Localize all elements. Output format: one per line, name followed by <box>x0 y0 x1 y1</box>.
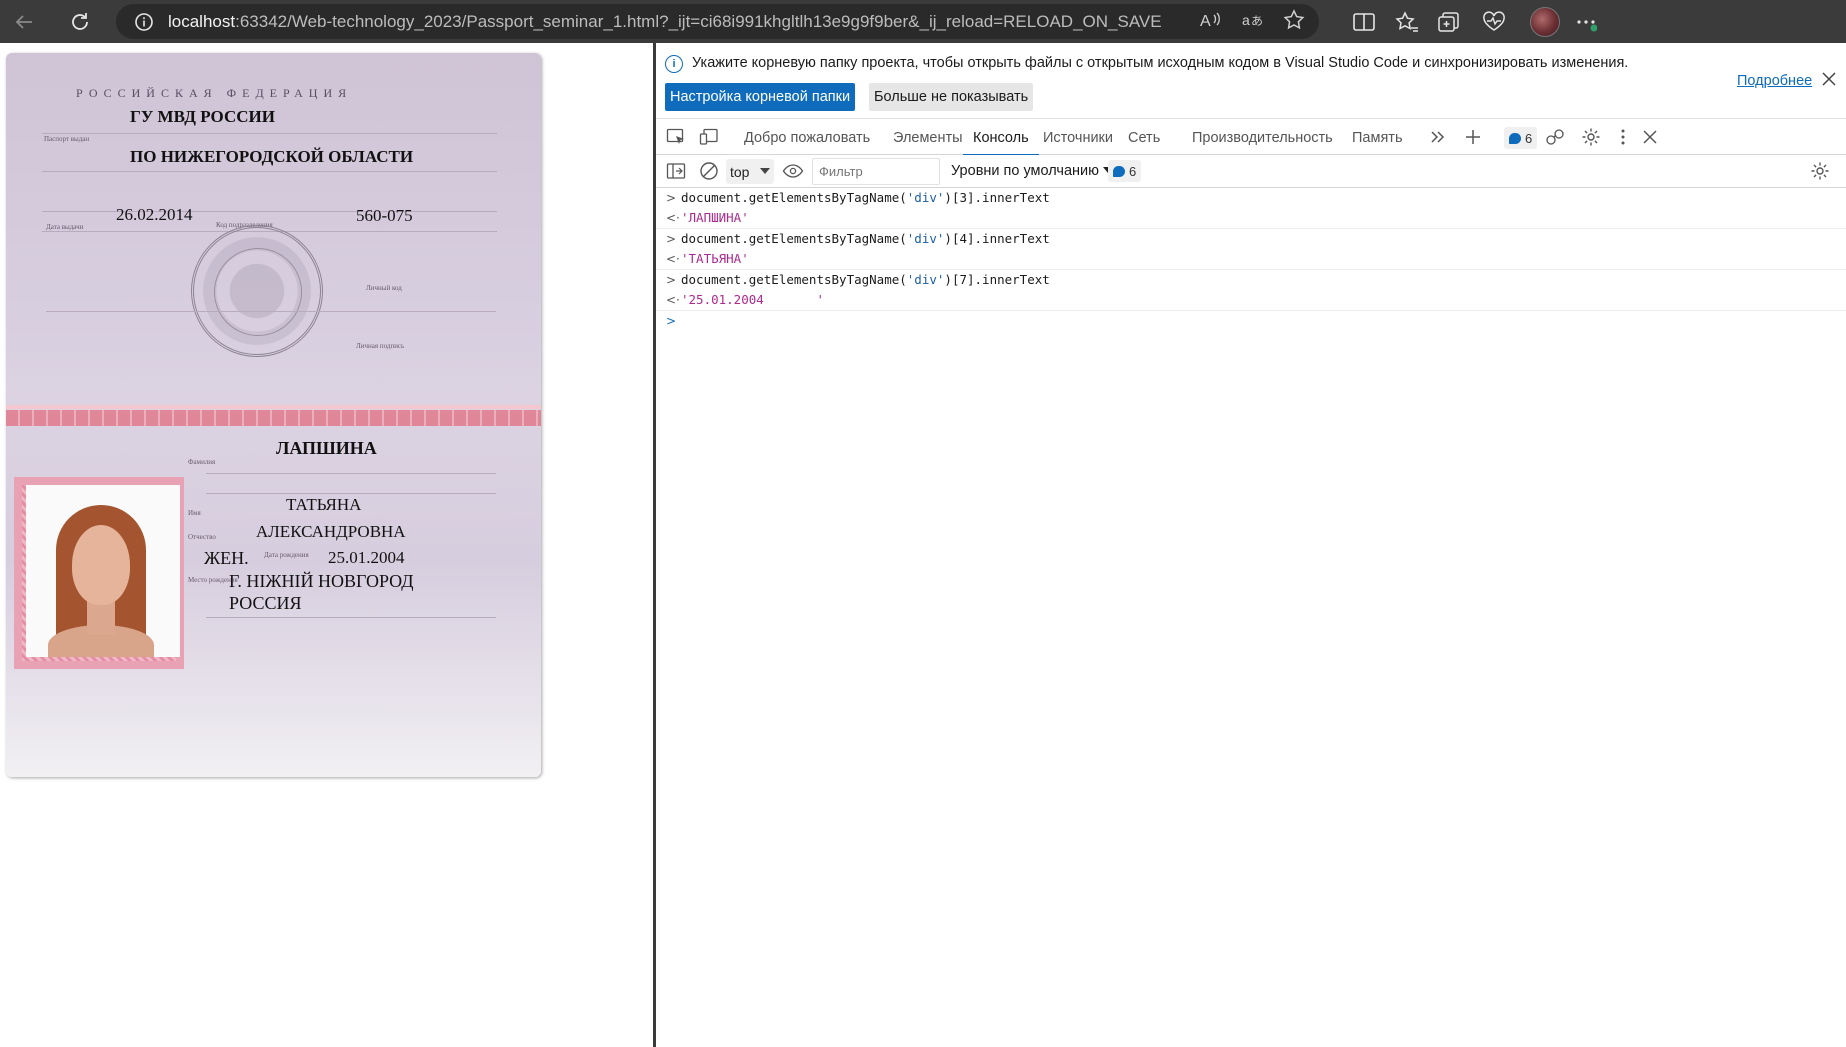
device-emulation-icon[interactable] <box>697 126 721 148</box>
console-input-line: > document.getElementsByTagName('div')[3]… <box>656 188 1846 208</box>
issued-by-line2: ПО НИЖЕГОРОДСКОЙ ОБЛАСТИ <box>130 147 414 166</box>
info-icon: i <box>665 55 683 73</box>
official-seal <box>191 225 323 357</box>
tab-network[interactable]: Сеть <box>1128 120 1160 155</box>
add-tab-icon[interactable] <box>1461 126 1485 148</box>
favorite-star-icon[interactable] <box>1283 8 1305 35</box>
name-caption: Имя <box>188 509 201 517</box>
tab-welcome[interactable]: Добро пожаловать <box>744 120 870 155</box>
filter-input[interactable] <box>812 158 940 185</box>
surname: ЛАПШИНА <box>276 438 377 458</box>
prompt-chevron-icon: > <box>666 314 677 328</box>
output-arrow-icon: <· <box>666 252 680 266</box>
more-tabs-icon[interactable] <box>1426 126 1450 148</box>
output-arrow-icon: <· <box>666 293 680 307</box>
signature-caption: Личная подпись <box>356 342 405 350</box>
given-name: ТАТЬЯНА <box>286 495 362 514</box>
context-select[interactable]: top <box>726 159 774 184</box>
input-chevron-icon: > <box>666 273 677 287</box>
sidebar-toggle-icon[interactable] <box>664 160 688 182</box>
set-root-folder-button[interactable]: Настройка корневой папки <box>665 83 856 111</box>
passport-image: РОССИЙСКАЯ ФЕДЕРАЦИЯ Паспорт выдан ГУ МВ… <box>6 53 541 777</box>
dont-show-again-button[interactable]: Больше не показывать <box>869 83 1034 111</box>
console-result-line: <· 'ТАТЬЯНА' <box>656 249 1846 270</box>
connect-device-icon[interactable] <box>1543 126 1567 148</box>
patronymic: АЛЕКСАНДРОВНА <box>256 522 406 541</box>
svg-text:あ: あ <box>1251 14 1263 28</box>
svg-text:a: a <box>1242 12 1250 28</box>
reload-icon[interactable] <box>62 4 98 40</box>
collections-icon[interactable] <box>1437 4 1461 40</box>
birth-place-line1: Г. НІЖНІЙ НОВГОРОД <box>229 571 414 591</box>
devtools-panel: i Укажите корневую папку проекта, чтобы … <box>656 43 1846 1047</box>
favorites-icon[interactable] <box>1395 4 1419 40</box>
issues-badge[interactable]: 6 <box>1504 127 1538 149</box>
more-menu-icon[interactable] <box>1575 4 1597 40</box>
read-aloud-icon[interactable]: A <box>1199 10 1221 34</box>
console-output[interactable]: > document.getElementsByTagName('div')[3]… <box>656 188 1846 1047</box>
surname-caption: Фамилия <box>188 458 216 466</box>
output-arrow-icon: <· <box>666 211 680 225</box>
console-input-line: > document.getElementsByTagName('div')[4]… <box>656 229 1846 249</box>
message-bubble-icon <box>1113 165 1125 177</box>
issued-by-line1: ГУ МВД РОССИИ <box>130 107 275 126</box>
translate-icon[interactable]: aあ <box>1241 10 1263 34</box>
tab-performance[interactable]: Производительность <box>1192 120 1333 155</box>
patronymic-caption: Отчество <box>188 533 216 541</box>
sex: ЖЕН. <box>204 548 249 568</box>
tab-sources[interactable]: Источники <box>1043 120 1113 155</box>
console-toolbar: top Уровни по умолчанию 6 <box>656 155 1846 188</box>
tab-console[interactable]: Консоль <box>963 120 1039 156</box>
devtools-infobar: i Укажите корневую папку проекта, чтобы … <box>656 43 1846 119</box>
birth-date-caption: Дата рождения <box>264 551 309 559</box>
passport-country: РОССИЙСКАЯ ФЕДЕРАЦИЯ <box>76 86 353 100</box>
url-text[interactable]: localhost:63342/Web-technology_2023/Pass… <box>168 12 1162 32</box>
browser-essentials-icon[interactable] <box>1481 4 1507 40</box>
messages-badge[interactable]: 6 <box>1108 160 1142 182</box>
back-icon[interactable] <box>6 4 42 40</box>
customize-menu-icon[interactable] <box>1611 126 1635 148</box>
infobar-message: Укажите корневую папку проекта, чтобы от… <box>692 55 1629 71</box>
console-input-line: > document.getElementsByTagName('div')[7]… <box>656 270 1846 290</box>
split-screen-icon[interactable] <box>1352 4 1376 40</box>
chevron-down-icon <box>760 168 770 174</box>
browser-toolbar: localhost:63342/Web-technology_2023/Pass… <box>0 0 1846 43</box>
log-levels-dropdown[interactable]: Уровни по умолчанию <box>951 163 1114 179</box>
birth-place-line2: РОССИЯ <box>229 593 302 613</box>
close-devtools-icon[interactable] <box>1638 126 1662 148</box>
personal-code-caption: Личный код <box>366 284 402 292</box>
address-bar[interactable]: localhost:63342/Web-technology_2023/Pass… <box>116 4 1319 39</box>
live-expression-eye-icon[interactable] <box>781 160 805 182</box>
issue-date: 26.02.2014 <box>116 205 193 224</box>
input-chevron-icon: > <box>666 191 677 205</box>
console-result-line: <· 'ЛАПШИНА' <box>656 208 1846 229</box>
issued-by-caption: Паспорт выдан <box>44 135 90 143</box>
console-settings-gear-icon[interactable] <box>1808 160 1832 182</box>
svg-text:A: A <box>1200 13 1211 30</box>
holder-photo <box>26 485 180 657</box>
profile-avatar[interactable] <box>1530 4 1560 40</box>
settings-gear-icon[interactable] <box>1579 126 1603 148</box>
devtools-tabbar: Добро пожаловать Элементы Консоль Источн… <box>656 120 1846 156</box>
console-prompt[interactable]: > <box>656 311 1846 331</box>
issue-date-caption: Дата выдачи <box>46 223 84 231</box>
site-info-icon[interactable] <box>124 4 164 39</box>
input-chevron-icon: > <box>666 232 677 246</box>
tab-memory[interactable]: Память <box>1352 120 1403 155</box>
page-viewport: РОССИЙСКАЯ ФЕДЕРАЦИЯ Паспорт выдан ГУ МВ… <box>0 43 655 1047</box>
clear-console-icon[interactable] <box>697 160 721 182</box>
division-code: 560-075 <box>356 206 413 225</box>
tab-elements[interactable]: Элементы <box>893 120 963 155</box>
message-bubble-icon <box>1509 132 1521 144</box>
close-icon[interactable] <box>1819 71 1839 91</box>
console-result-line: <· '25.01.2004 ' <box>656 290 1846 311</box>
inspect-element-icon[interactable] <box>664 126 688 148</box>
learn-more-link[interactable]: Подробнее <box>1737 73 1812 89</box>
passport-fold-stripe <box>6 410 541 426</box>
birth-date: 25.01.2004 <box>328 548 405 567</box>
